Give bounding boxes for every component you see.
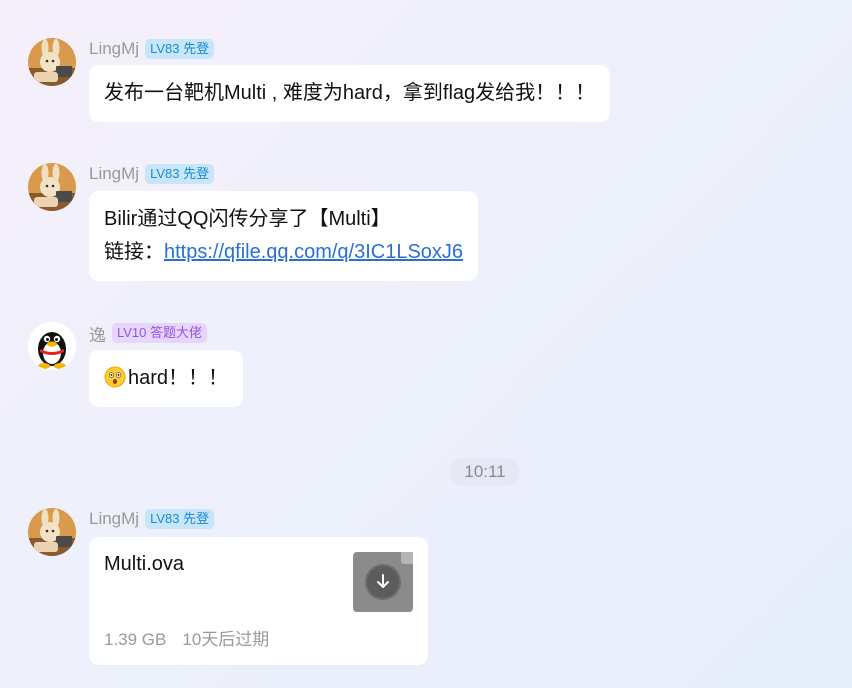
sender-name[interactable]: LingMj <box>89 164 139 184</box>
message-bubble[interactable]: Bilir通过QQ闪传分享了【Multi】 链接：https://qfile.q… <box>89 191 479 281</box>
sender-name[interactable]: 逸 <box>89 321 106 346</box>
avatar-lingmj[interactable] <box>28 38 76 86</box>
message-header: LingMj LV83 先登 <box>89 163 215 185</box>
message-text: hard！！！ <box>128 367 229 389</box>
message-header: 逸 LV10 答题大佬 <box>89 321 208 346</box>
message-header: LingMj LV83 先登 <box>89 508 215 530</box>
file-expiry: 10天后过期 <box>182 630 270 649</box>
message-header: LingMj LV83 先登 <box>89 38 215 60</box>
avatar-lingmj[interactable] <box>28 508 76 556</box>
rabbit-avatar-icon <box>28 38 76 86</box>
file-fold-corner <box>401 552 413 564</box>
astonished-face-emoji-icon <box>104 366 126 388</box>
file-name: Multi.ova <box>104 553 185 575</box>
message-text: 发布一台靶机Multi , 难度为hard，拿到flag发给我！！！ <box>104 82 596 104</box>
share-link-line: 链接：https://qfile.qq.com/q/3IC1LSoxJ6 <box>104 236 463 269</box>
link-label: 链接： <box>104 241 164 263</box>
download-icon <box>377 574 389 588</box>
file-meta: 1.39 GB 10天后过期 <box>104 625 269 650</box>
rabbit-avatar-icon <box>28 163 76 211</box>
level-badge: LV83 先登 <box>145 509 215 529</box>
download-button[interactable] <box>367 566 399 598</box>
sender-name[interactable]: LingMj <box>89 39 139 59</box>
level-badge: LV83 先登 <box>145 164 215 184</box>
avatar-yi[interactable] <box>28 322 76 370</box>
rabbit-avatar-icon <box>28 508 76 556</box>
share-link[interactable]: https://qfile.qq.com/q/3IC1LSoxJ6 <box>164 241 463 263</box>
penguin-avatar-icon <box>28 322 76 370</box>
avatar-lingmj[interactable] <box>28 163 76 211</box>
message-bubble[interactable]: hard！！！ <box>89 350 244 407</box>
timestamp-divider: 10:11 <box>450 458 520 486</box>
sender-name[interactable]: LingMj <box>89 509 139 529</box>
level-badge: LV83 先登 <box>145 39 215 59</box>
message-bubble[interactable]: 发布一台靶机Multi , 难度为hard，拿到flag发给我！！！ <box>89 65 611 122</box>
level-badge: LV10 答题大佬 <box>112 323 208 343</box>
file-card[interactable]: Multi.ova 1.39 GB 10天后过期 <box>89 537 428 665</box>
share-text: Bilir通过QQ闪传分享了【Multi】 <box>104 208 391 230</box>
file-thumbnail[interactable] <box>353 552 413 612</box>
file-size: 1.39 GB <box>104 630 167 649</box>
